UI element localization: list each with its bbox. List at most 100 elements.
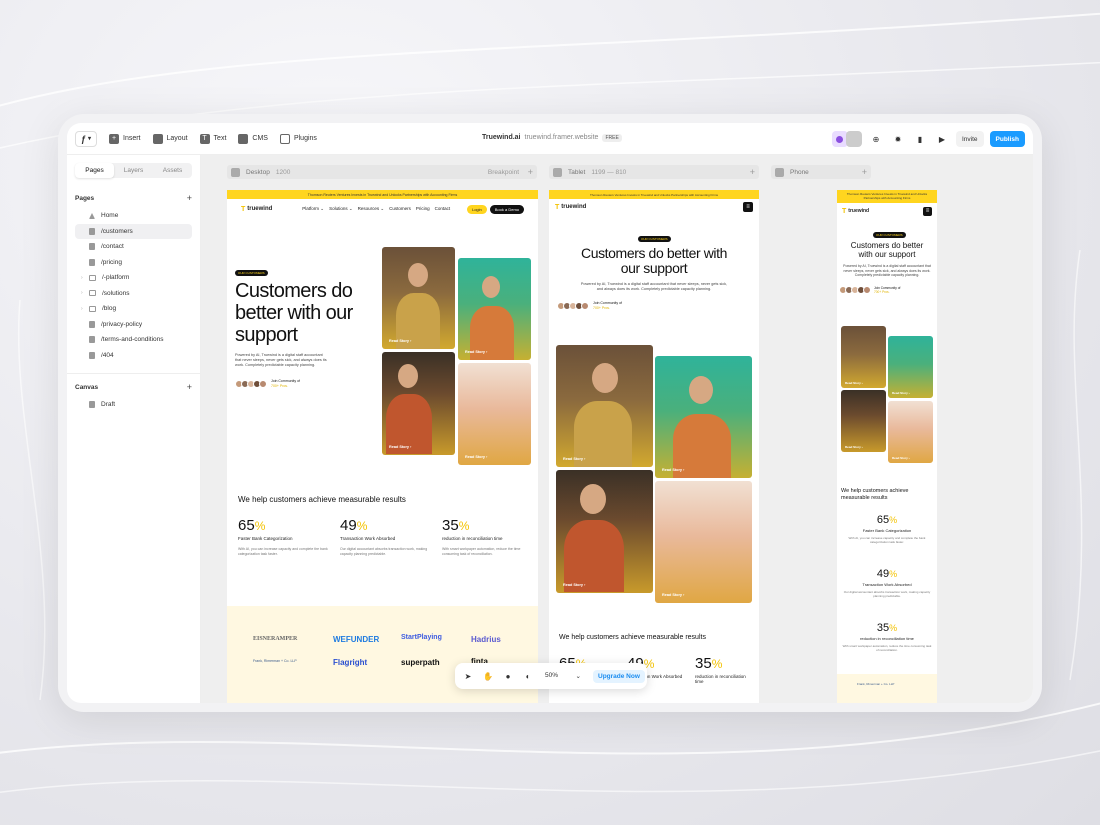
page-item-terms[interactable]: /terms-and-conditions <box>75 332 192 348</box>
nav-resources[interactable]: Resources ⌄ <box>358 206 385 212</box>
read-story-link[interactable]: Read Story › <box>662 468 684 472</box>
left-sidebar: Pages Layers Assets Pages + Home /custom… <box>67 155 201 703</box>
nav-contact[interactable]: Contact <box>435 206 451 212</box>
page-item-404[interactable]: /404 <box>75 348 192 364</box>
project-title[interactable]: Truewind.ai truewind.framer.website FREE <box>482 134 622 142</box>
text-button[interactable]: T Text <box>199 133 226 144</box>
read-story-link[interactable]: Read Story › <box>465 455 487 459</box>
nav-solutions[interactable]: Solutions ⌄ <box>329 206 353 212</box>
plus-icon: + <box>109 133 119 144</box>
invite-button[interactable]: Invite <box>955 131 984 147</box>
phone-viewport-label[interactable]: Phone + <box>771 165 871 179</box>
play-icon[interactable] <box>775 167 784 177</box>
hamburger-menu-icon[interactable]: ≡ <box>923 206 932 216</box>
customer-photo-card[interactable]: Read Story › <box>655 356 752 478</box>
customer-photo-card[interactable]: Read Story › <box>841 326 886 388</box>
add-breakpoint-icon[interactable]: + <box>862 167 867 177</box>
settings-icon[interactable]: ✹ <box>890 131 906 147</box>
read-story-link[interactable]: Read Story › <box>563 457 585 461</box>
logo-hadrius: Hadrius <box>471 635 501 644</box>
tablet-viewport-label[interactable]: Tablet 1199 — 810 + <box>549 165 759 179</box>
hero-tag: OUR CUSTOMERS <box>873 232 906 238</box>
read-story-link[interactable]: Read Story › <box>389 445 411 449</box>
logo-eisneramper: EISNERAMPER <box>253 636 298 642</box>
tab-pages[interactable]: Pages <box>75 163 114 178</box>
page-item-customers[interactable]: /customers <box>75 223 192 239</box>
hero-heading: Customers do better with our support <box>235 280 353 346</box>
page-item-blog[interactable]: › /blog <box>75 301 192 317</box>
chevron-right-icon[interactable]: › <box>81 290 83 296</box>
cursor-tool-icon[interactable]: ➤ <box>461 669 475 683</box>
add-canvas-icon[interactable]: + <box>187 383 192 392</box>
page-item-contact[interactable]: /contact <box>75 239 192 255</box>
framer-menu-button[interactable]: ƒ ▾ <box>75 130 97 147</box>
customer-photo-card[interactable]: Read Story › <box>655 481 752 603</box>
read-story-link[interactable]: Read Story › <box>845 445 863 449</box>
globe-icon[interactable]: ⊕ <box>868 131 884 147</box>
folder-icon <box>89 305 96 312</box>
customer-photo-card[interactable]: Read Story › <box>841 390 886 452</box>
page-label: /pricing <box>101 258 122 266</box>
design-canvas[interactable]: Desktop 1200 Breakpoint + Tablet 1199 — … <box>201 155 1033 703</box>
login-button[interactable]: Login <box>466 204 487 214</box>
chevron-right-icon[interactable]: › <box>81 275 83 281</box>
zoom-select[interactable]: 50% ⌄ <box>545 672 581 680</box>
canvas-item-draft[interactable]: Draft <box>75 397 192 413</box>
customer-photo-card[interactable]: Read Story › <box>458 258 531 360</box>
play-preview-icon[interactable]: ▶ <box>934 131 950 147</box>
add-breakpoint-icon[interactable]: + <box>750 167 755 177</box>
customer-photo-card[interactable]: Read Story › <box>458 363 531 465</box>
read-story-link[interactable]: Read Story › <box>662 593 684 597</box>
nav-platform[interactable]: Platform ⌄ <box>302 206 324 212</box>
tab-layers[interactable]: Layers <box>114 163 153 178</box>
stat-value: 35 <box>695 655 712 672</box>
read-story-link[interactable]: Read Story › <box>389 339 411 343</box>
phone-site-preview[interactable]: Thomson Reuters Ventures Invests in True… <box>837 190 937 703</box>
desktop-site-preview[interactable]: Thomson Reuters Ventures Invests in True… <box>227 190 538 703</box>
read-story-link[interactable]: Read Story › <box>845 381 863 385</box>
customer-photo-card[interactable]: Read Story › <box>382 352 455 455</box>
page-item-pricing[interactable]: /pricing <box>75 255 192 271</box>
user-avatar[interactable] <box>845 131 862 147</box>
comment-tool-icon[interactable]: ● <box>501 669 515 683</box>
page-icon <box>89 320 95 328</box>
page-item-privacy-policy[interactable]: /privacy-policy <box>75 317 192 333</box>
customer-photo-card[interactable]: Read Story › <box>888 336 933 398</box>
play-icon[interactable] <box>231 167 240 177</box>
customer-photo-card[interactable]: Read Story › <box>382 247 455 349</box>
tab-assets[interactable]: Assets <box>153 163 192 178</box>
read-story-link[interactable]: Read Story › <box>892 456 910 460</box>
analytics-icon[interactable]: ▮ <box>912 131 928 147</box>
customer-photo-card[interactable]: Read Story › <box>888 401 933 463</box>
add-breakpoint-icon[interactable]: + <box>528 167 533 177</box>
cms-button[interactable]: CMS <box>238 133 268 144</box>
hamburger-menu-icon[interactable]: ≡ <box>743 202 753 212</box>
layout-button[interactable]: Layout <box>152 133 188 144</box>
page-item-home[interactable]: Home <box>75 208 192 224</box>
book-demo-button[interactable]: Book a Demo <box>489 204 524 214</box>
tablet-site-preview[interactable]: Thomson Reuters Ventures Invests in True… <box>549 190 759 703</box>
page-item-platform[interactable]: › /-platform <box>75 270 192 286</box>
insert-button[interactable]: + Insert <box>109 133 141 144</box>
stat-unit: % <box>711 657 723 671</box>
breakpoint-label[interactable]: Breakpoint <box>488 169 519 176</box>
publish-button[interactable]: Publish <box>989 131 1025 147</box>
customer-photo-card[interactable]: Read Story › <box>556 470 653 593</box>
chevron-right-icon[interactable]: › <box>81 306 83 312</box>
upgrade-now-button[interactable]: Upgrade Now <box>593 669 645 683</box>
read-story-link[interactable]: Read Story › <box>892 391 910 395</box>
page-label: /customers <box>101 227 133 235</box>
hand-tool-icon[interactable]: ✋ <box>481 669 495 683</box>
nav-customers[interactable]: Customers <box>389 206 411 212</box>
customer-photo-card[interactable]: Read Story › <box>556 345 653 467</box>
add-page-icon[interactable]: + <box>187 194 192 203</box>
plugins-button[interactable]: Plugins <box>279 133 317 144</box>
nav-pricing[interactable]: Pricing <box>416 206 430 212</box>
play-icon[interactable] <box>553 167 562 177</box>
dark-mode-icon[interactable]: ◐ <box>521 669 535 683</box>
desktop-viewport-label[interactable]: Desktop 1200 Breakpoint + <box>227 165 537 179</box>
page-item-solutions[interactable]: › /solutions <box>75 286 192 302</box>
read-story-link[interactable]: Read Story › <box>465 350 487 354</box>
hero-body: Powered by AI, Truewind is a digital sta… <box>235 353 327 368</box>
read-story-link[interactable]: Read Story › <box>563 583 585 587</box>
